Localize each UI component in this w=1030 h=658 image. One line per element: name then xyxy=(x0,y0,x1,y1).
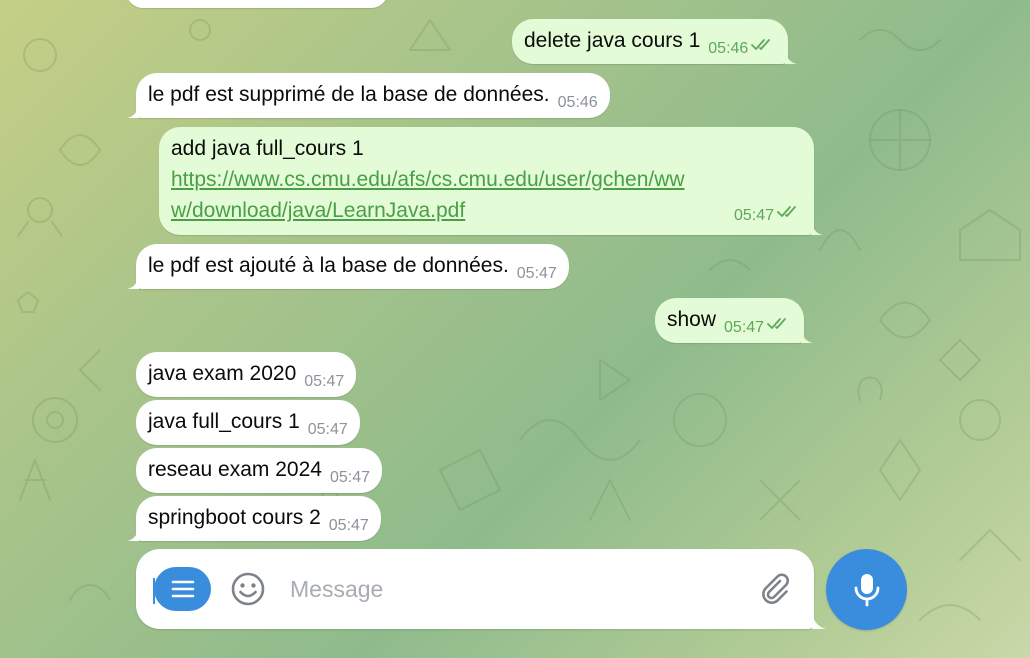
message-text: springboot cours 2 xyxy=(148,506,321,529)
message-incoming-partial xyxy=(126,0,388,8)
message-text: java exam 2020 xyxy=(148,362,297,385)
bubble-tail xyxy=(811,221,823,235)
composer-tail xyxy=(812,612,826,629)
message-text: show xyxy=(667,308,717,331)
voice-message-button[interactable] xyxy=(826,549,907,630)
message-outgoing[interactable]: add java full_cours 1 https://www.cs.cmu… xyxy=(159,127,823,235)
message-incoming[interactable]: le pdf est supprimé de la base de donnée… xyxy=(127,73,610,118)
message-text: le pdf est ajouté à la base de données. xyxy=(148,254,509,277)
message-composer xyxy=(136,549,814,629)
attach-button[interactable] xyxy=(756,571,792,607)
message-time: 05:47 xyxy=(304,373,345,390)
message-text: add java full_cours 1 xyxy=(171,137,364,160)
message-time: 05:46 xyxy=(557,94,598,111)
bubble-tail xyxy=(801,329,814,343)
message-link-continued[interactable]: w/download/java/LearnJava.pdf xyxy=(171,199,465,222)
message-time: 05:47 xyxy=(516,265,557,282)
message-time: 05:47 xyxy=(724,319,765,336)
paperclip-icon xyxy=(762,573,789,604)
message-outgoing[interactable]: delete java cours 1 05:46 xyxy=(512,19,798,64)
text-caret xyxy=(153,578,155,604)
menu-button[interactable] xyxy=(154,567,211,611)
message-text: le pdf est supprimé de la base de donnée… xyxy=(148,83,550,106)
message-incoming[interactable]: reseau exam 2024 05:47 xyxy=(136,448,382,493)
emoji-button[interactable] xyxy=(230,571,266,607)
message-outgoing[interactable]: show 05:47 xyxy=(655,298,814,343)
double-check-icon xyxy=(750,32,776,63)
message-incoming[interactable]: springboot cours 2 05:47 xyxy=(127,496,381,541)
message-time: 05:47 xyxy=(328,517,369,534)
message-text: java full_cours 1 xyxy=(148,410,300,433)
double-check-icon xyxy=(776,199,802,230)
bubble-tail xyxy=(127,527,139,541)
bubble-tail xyxy=(127,104,139,118)
message-link[interactable]: https://www.cs.cmu.edu/afs/cs.cmu.edu/us… xyxy=(171,168,685,191)
message-text: delete java cours 1 xyxy=(524,29,701,52)
message-list[interactable]: delete java cours 1 05:46 le pdf est supp… xyxy=(0,0,1030,545)
message-time: 05:46 xyxy=(708,40,749,57)
double-check-icon xyxy=(766,311,792,342)
message-input[interactable] xyxy=(288,569,740,609)
message-time: 05:47 xyxy=(329,469,370,486)
message-incoming[interactable]: java full_cours 1 05:47 xyxy=(136,400,360,445)
message-incoming[interactable]: le pdf est ajouté à la base de données. 0… xyxy=(127,244,569,289)
microphone-icon xyxy=(854,573,879,606)
message-incoming[interactable]: java exam 2020 05:47 xyxy=(136,352,357,397)
menu-icon xyxy=(171,580,194,598)
bubble-tail xyxy=(785,50,798,64)
message-time: 05:47 xyxy=(733,206,774,224)
smiley-icon xyxy=(231,572,265,606)
message-time: 05:47 xyxy=(307,421,348,438)
message-text: reseau exam 2024 xyxy=(148,458,322,481)
bubble-tail xyxy=(127,275,139,289)
